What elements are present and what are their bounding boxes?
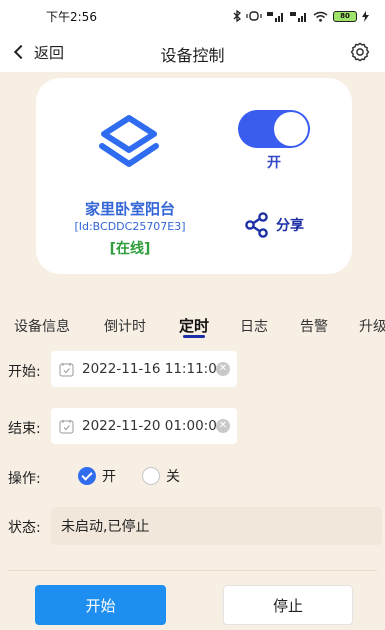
device-id: [Id:BCDDC25707E3] [74, 220, 186, 233]
action-label: 操作: [8, 471, 41, 487]
start-label: 开始: [8, 364, 41, 380]
radio-checked-icon [78, 467, 96, 485]
wifi-icon [313, 11, 328, 22]
tab-log[interactable]: 日志 [240, 316, 268, 336]
end-time-value: 2022-11-20 01:00:00 [82, 418, 226, 434]
page-title: 设备控制 [160, 46, 225, 65]
clear-icon[interactable]: ✕ [216, 419, 230, 433]
divider [8, 570, 377, 571]
online-status: [在线] [109, 241, 151, 257]
share-button[interactable]: 分享 [244, 212, 304, 238]
status-icons: 80 [233, 10, 369, 22]
toggle-knob [274, 112, 308, 146]
radio-unchecked-icon [142, 467, 160, 485]
device-card: 家里卧室阳台 [Id:BCDDC25707E3] [在线] 开 分享 [36, 78, 352, 274]
bluetooth-icon [233, 10, 241, 22]
action-radio-group: 开 关 [78, 466, 206, 486]
radio-off[interactable]: 关 [142, 466, 180, 486]
tab-schedule[interactable]: 定时 [179, 315, 209, 336]
stop-button[interactable]: 停止 [223, 585, 353, 625]
share-icon [245, 212, 268, 238]
state-value: 未启动,已停止 [61, 519, 150, 535]
charging-icon [362, 10, 369, 22]
end-time-field[interactable]: 2022-11-20 01:00:00 ✕ [51, 408, 237, 444]
vibrate-icon [246, 11, 262, 21]
radio-on-label: 开 [102, 469, 116, 485]
signal-icon-2 [290, 11, 306, 22]
power-state-label: 开 [267, 155, 281, 171]
tab-alarm[interactable]: 告警 [300, 316, 328, 336]
start-button[interactable]: 开始 [35, 585, 166, 625]
battery-icon: 80 [333, 10, 357, 22]
radio-on[interactable]: 开 [78, 466, 116, 486]
start-time-field[interactable]: 2022-11-16 11:11:00 ✕ [51, 351, 237, 387]
status-time: 下午2:56 [46, 9, 97, 24]
calendar-icon [59, 362, 74, 376]
clear-icon[interactable]: ✕ [216, 362, 230, 376]
tab-device-info[interactable]: 设备信息 [14, 316, 70, 336]
start-time-value: 2022-11-16 11:11:00 [82, 361, 226, 377]
gear-icon[interactable] [349, 41, 371, 63]
state-value-box: 未启动,已停止 [51, 507, 382, 545]
device-layers-icon [99, 115, 159, 167]
nav-bar: 返回 设备控制 [0, 32, 385, 72]
tab-upgrade[interactable]: 升级 [359, 316, 385, 336]
share-label: 分享 [276, 218, 304, 234]
power-toggle[interactable] [238, 110, 310, 148]
radio-off-label: 关 [166, 469, 180, 485]
status-bar: 下午2:56 80 [0, 0, 385, 32]
end-label: 结束: [8, 421, 41, 437]
active-tab-indicator [183, 335, 205, 338]
device-name: 家里卧室阳台 [84, 200, 175, 218]
tab-countdown[interactable]: 倒计时 [104, 316, 146, 336]
signal-icon-1 [267, 11, 283, 22]
calendar-icon [59, 419, 74, 433]
state-label: 状态: [8, 520, 41, 536]
